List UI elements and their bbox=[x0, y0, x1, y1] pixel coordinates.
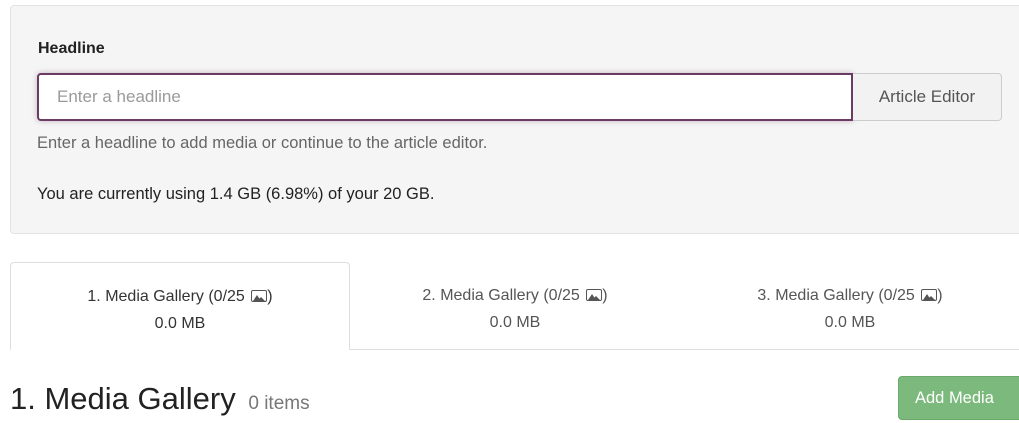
tab-size: 0.0 MB bbox=[154, 315, 206, 332]
tab-title: 1. Media Gallery (0/25 ) bbox=[87, 288, 273, 305]
headline-input-group: Article Editor bbox=[37, 73, 1002, 121]
image-icon bbox=[251, 290, 268, 302]
gallery-heading: 1. Media Gallery 0 items bbox=[10, 380, 310, 423]
article-editor-button[interactable]: Article Editor bbox=[853, 73, 1002, 121]
tab-size: 0.0 MB bbox=[489, 314, 541, 331]
image-icon bbox=[921, 289, 938, 301]
headline-input[interactable] bbox=[37, 73, 853, 121]
tab-title: 3. Media Gallery (0/25 ) bbox=[757, 287, 943, 304]
add-media-button[interactable]: Add Media bbox=[898, 376, 1019, 420]
tab-media-gallery-3[interactable]: 3. Media Gallery (0/25 ) 0.0 MB bbox=[685, 262, 1015, 349]
image-icon bbox=[586, 289, 603, 301]
tab-size: 0.0 MB bbox=[824, 314, 876, 331]
tab-media-gallery-1[interactable]: 1. Media Gallery (0/25 ) 0.0 MB bbox=[10, 262, 350, 350]
headline-help-text: Enter a headline to add media or continu… bbox=[37, 134, 488, 152]
headline-label: Headline bbox=[38, 40, 105, 57]
media-gallery-tabs: 1. Media Gallery (0/25 ) 0.0 MB 2. Media… bbox=[10, 262, 1019, 350]
tab-title: 2. Media Gallery (0/25 ) bbox=[422, 287, 608, 304]
gallery-item-count: 0 items bbox=[248, 393, 310, 414]
tab-media-gallery-2[interactable]: 2. Media Gallery (0/25 ) 0.0 MB bbox=[350, 262, 680, 349]
storage-usage-text: You are currently using 1.4 GB (6.98%) o… bbox=[37, 185, 435, 203]
gallery-title: 1. Media Gallery bbox=[10, 381, 236, 416]
